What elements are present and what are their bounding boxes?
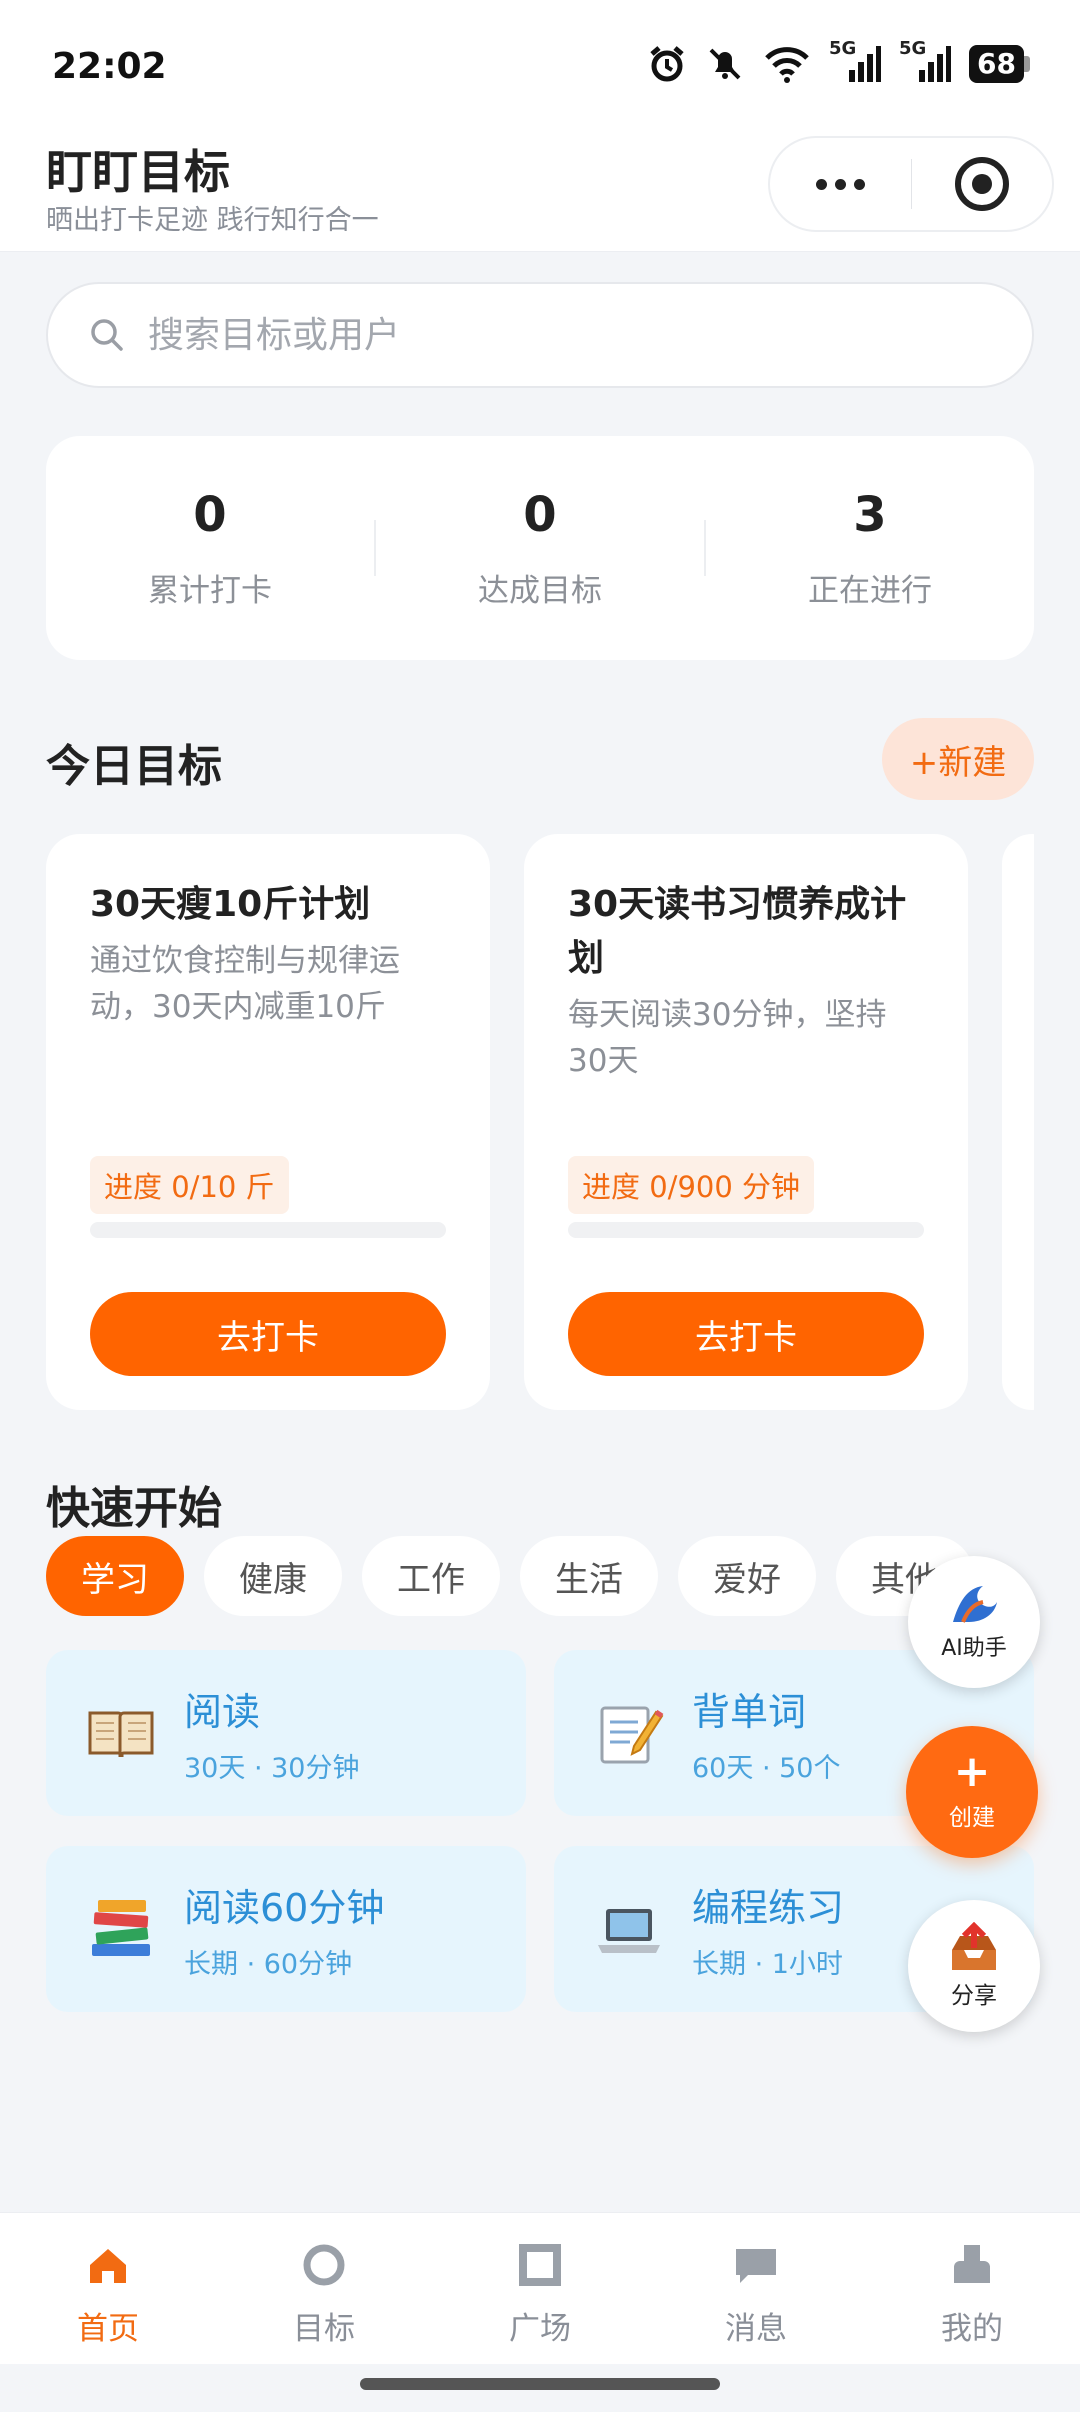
goal-card[interactable]: 30天瘦10斤计划 通过饮食控制与规律运动，30天内减重10斤 进度 0/10 … [46, 834, 490, 1410]
template-title: 阅读60分钟 [184, 1886, 385, 1930]
template-meta: 60天 · 50个 [692, 1753, 841, 1784]
goal-progress-label: 进度 0/900 分钟 [568, 1156, 815, 1214]
category-chip-work[interactable]: 工作 [362, 1536, 500, 1616]
stat-value: 3 [853, 486, 887, 543]
signal-icon: 5G [829, 38, 882, 84]
books-icon [82, 1890, 160, 1968]
more-dots-icon [815, 178, 865, 190]
ai-assistant-button[interactable]: AI助手 [908, 1556, 1040, 1688]
today-goals-title: 今日目标 [46, 741, 222, 792]
plus-icon: + [953, 1746, 991, 1797]
category-tabs: 学习 健康 工作 生活 爱好 其他 [46, 1536, 1056, 1616]
template-title: 编程练习 [692, 1886, 845, 1930]
template-meta: 长期 · 60分钟 [184, 1949, 353, 1980]
template-meta: 30天 · 30分钟 [184, 1753, 360, 1784]
home-icon [86, 2243, 130, 2287]
template-title: 阅读 [184, 1690, 261, 1734]
template-title: 背单词 [692, 1690, 807, 1734]
stat-goals-achieved[interactable]: 0 达成目标 [376, 487, 704, 610]
create-goal-fab[interactable]: + 创建 [906, 1726, 1038, 1858]
wifi-icon [763, 44, 811, 84]
page-subtitle: 晒出打卡足迹 践行知行合一 [46, 205, 379, 236]
tab-messages[interactable]: 消息 [648, 2213, 864, 2364]
status-bar: 22:02 5G 5G 68 [0, 0, 1080, 130]
alarm-icon [647, 44, 687, 84]
goal-title: 30天瘦10斤计划 [90, 884, 371, 925]
message-icon [734, 2243, 778, 2287]
profile-icon [950, 2243, 994, 2287]
ai-wave-icon [953, 1586, 997, 1623]
category-chip-life[interactable]: 生活 [520, 1536, 658, 1616]
template-card[interactable]: 阅读60分钟 长期 · 60分钟 [46, 1846, 526, 2012]
goal-card-next[interactable] [1002, 834, 1034, 1410]
target-icon [302, 2243, 346, 2287]
network-type-2: 5G [899, 38, 927, 59]
tab-label: 目标 [293, 2311, 355, 2347]
tab-label: 消息 [725, 2311, 787, 2347]
stat-value: 0 [193, 486, 227, 543]
status-icons: 5G 5G 68 [647, 38, 1030, 84]
stat-label: 达成目标 [478, 572, 602, 609]
stat-label: 正在进行 [808, 572, 932, 609]
search-input[interactable] [148, 314, 968, 356]
memo-icon [590, 1694, 668, 1772]
tab-home[interactable]: 首页 [0, 2213, 216, 2364]
app-header: 盯盯目标 晒出打卡足迹 践行知行合一 [0, 130, 1080, 252]
tab-label: 首页 [77, 2311, 139, 2347]
mini-program-capsule [768, 136, 1054, 232]
share-button[interactable]: 分享 [908, 1900, 1040, 2032]
goal-description: 通过饮食控制与规律运动，30天内减重10斤 [90, 943, 400, 1025]
battery-icon: 68 [969, 45, 1030, 83]
stat-total-checkins[interactable]: 0 累计打卡 [46, 487, 374, 610]
search-icon [91, 319, 123, 351]
stat-value: 0 [523, 486, 557, 543]
close-mini-program-button[interactable] [911, 138, 1052, 230]
template-card[interactable]: 阅读 30天 · 30分钟 [46, 1650, 526, 1816]
goal-title: 30天读书习惯养成计划 [568, 884, 907, 979]
category-chip-study[interactable]: 学习 [46, 1536, 184, 1616]
quick-start-title: 快速开始 [46, 1483, 222, 1534]
mute-bell-icon [705, 44, 745, 84]
new-goal-button[interactable]: +新建 [882, 718, 1034, 800]
share-tray-icon [952, 1922, 996, 1970]
more-button[interactable] [770, 138, 911, 230]
goal-progress-bar [90, 1222, 446, 1238]
battery-level: 68 [969, 45, 1024, 83]
signal-icon: 5G [899, 38, 952, 84]
template-meta: 长期 · 1小时 [692, 1949, 843, 1980]
network-type-1: 5G [829, 38, 857, 59]
category-chip-hobby[interactable]: 爱好 [678, 1536, 816, 1616]
tab-profile[interactable]: 我的 [864, 2213, 1080, 2364]
ai-assistant-label: AI助手 [941, 1636, 1007, 1661]
status-time: 22:02 [52, 46, 167, 87]
create-label: 创建 [949, 1805, 995, 1831]
tab-label: 广场 [509, 2311, 571, 2347]
goal-progress-label: 进度 0/10 斤 [90, 1156, 289, 1214]
square-icon [518, 2243, 562, 2287]
page-title: 盯盯目标 [46, 145, 230, 199]
stat-label: 累计打卡 [148, 572, 272, 609]
checkin-button[interactable]: 去打卡 [90, 1292, 446, 1376]
stats-card: 0 累计打卡 0 达成目标 3 正在进行 [46, 436, 1034, 660]
goal-card[interactable]: 30天读书习惯养成计划 每天阅读30分钟，坚持30天 进度 0/900 分钟 去… [524, 834, 968, 1410]
record-target-icon [954, 157, 1009, 211]
tab-square[interactable]: 广场 [432, 2213, 648, 2364]
goal-description: 每天阅读30分钟，坚持30天 [568, 997, 887, 1079]
home-indicator[interactable] [360, 2378, 720, 2390]
goal-carousel[interactable]: 30天瘦10斤计划 通过饮食控制与规律运动，30天内减重10斤 进度 0/10 … [46, 834, 1034, 1410]
bottom-tab-bar: 首页 目标 广场 消息 我的 [0, 2212, 1080, 2364]
stat-in-progress[interactable]: 3 正在进行 [706, 487, 1034, 610]
share-label: 分享 [951, 1983, 997, 2009]
tab-label: 我的 [941, 2311, 1003, 2347]
laptop-icon [590, 1890, 668, 1968]
search-bar[interactable] [46, 282, 1034, 388]
checkin-button[interactable]: 去打卡 [568, 1292, 924, 1376]
tab-goals[interactable]: 目标 [216, 2213, 432, 2364]
category-chip-health[interactable]: 健康 [204, 1536, 342, 1616]
goal-progress-bar [568, 1222, 924, 1238]
book-icon [82, 1694, 160, 1772]
